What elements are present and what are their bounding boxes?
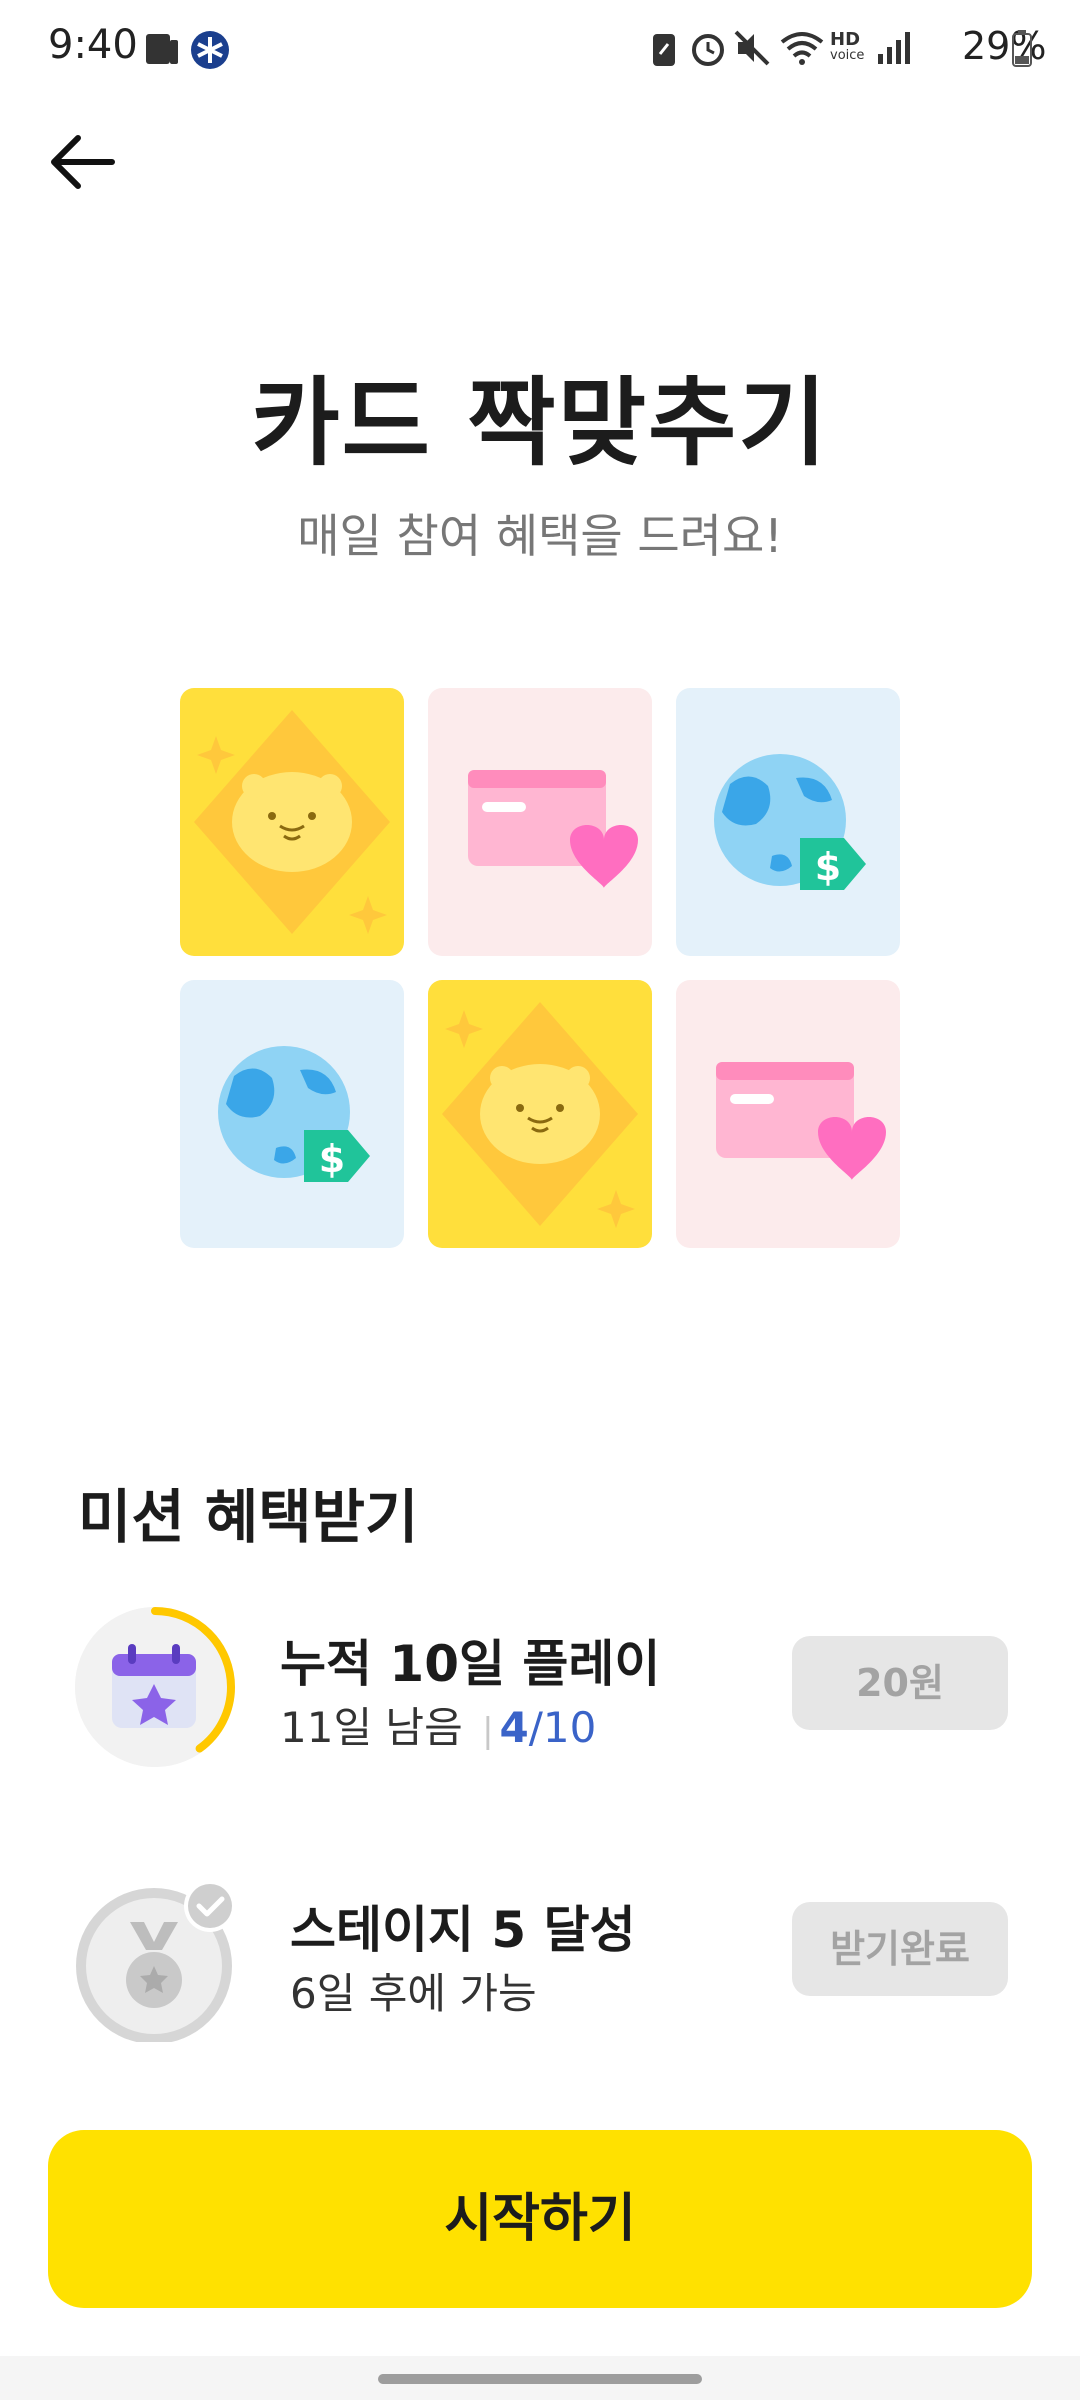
mission-progress-text: 11일 남음 | 4/10 bbox=[280, 1694, 596, 1755]
back-button[interactable] bbox=[40, 120, 130, 210]
mission-progress-total: /10 bbox=[528, 1703, 597, 1752]
arrow-left-icon bbox=[51, 135, 115, 189]
mission-progress-ring bbox=[70, 1602, 240, 1772]
separator: | bbox=[482, 1711, 494, 1751]
hd-label: HD bbox=[830, 29, 861, 50]
svg-text:$: $ bbox=[815, 845, 841, 889]
home-indicator[interactable] bbox=[378, 2374, 702, 2384]
alarm-icon bbox=[692, 34, 724, 66]
page-title: 카드 짝맞추기 bbox=[251, 367, 829, 479]
page-subtitle: 매일 참여 혜택을 드려요! bbox=[297, 509, 783, 563]
notification-device-icon bbox=[146, 34, 178, 64]
globe-dollar-icon: $ bbox=[218, 1046, 370, 1182]
signal-icon bbox=[878, 32, 910, 64]
mission-heading: 미션 혜택받기 bbox=[78, 1483, 419, 1551]
wifi-icon bbox=[780, 32, 824, 65]
status-time: 9:40 bbox=[48, 22, 138, 68]
globe-dollar-icon: $ bbox=[714, 754, 866, 890]
card-credit-card[interactable] bbox=[428, 688, 652, 956]
mission-medal bbox=[70, 1872, 240, 2044]
start-button[interactable]: 시작하기 bbox=[48, 2130, 1032, 2308]
battery-icon bbox=[1012, 30, 1032, 67]
mission-progress-current: 4 bbox=[499, 1703, 529, 1752]
card-globe[interactable]: $ bbox=[676, 688, 900, 956]
medal-check-icon bbox=[76, 1880, 236, 2044]
mission-remaining-days: 11일 남음 bbox=[280, 1703, 463, 1752]
app-notification-icon bbox=[191, 31, 229, 69]
mission-item-cumulative-play: 누적 10일 플레이 11일 남음 | 4/10 20원 bbox=[0, 1590, 1080, 1780]
mute-icon bbox=[734, 30, 770, 66]
card-lion[interactable] bbox=[428, 980, 652, 1248]
card-globe[interactable]: $ bbox=[180, 980, 404, 1248]
mission-reward-claimed-button[interactable]: 받기완료 bbox=[792, 1902, 1008, 1996]
calendar-star-icon bbox=[75, 1607, 235, 1767]
credit-card-heart-icon bbox=[716, 1062, 886, 1180]
battery-saver-icon bbox=[653, 34, 675, 66]
mission-subtitle: 6일 후에 가능 bbox=[290, 1969, 537, 2018]
mission-reward-button[interactable]: 20원 bbox=[792, 1636, 1008, 1730]
svg-text:$: $ bbox=[319, 1137, 345, 1181]
mission-title: 스테이지 5 달성 bbox=[290, 1901, 636, 1959]
card-credit-card[interactable] bbox=[676, 980, 900, 1248]
voice-label: voice bbox=[830, 48, 865, 63]
mission-title: 누적 10일 플레이 bbox=[280, 1635, 661, 1693]
credit-card-heart-icon bbox=[468, 770, 638, 888]
hd-voice-badge: HD voice bbox=[830, 29, 865, 64]
card-lion[interactable] bbox=[180, 688, 404, 956]
lion-icon bbox=[194, 710, 390, 934]
mission-item-stage-5: 스테이지 5 달성 6일 후에 가능 받기완료 bbox=[0, 1860, 1080, 2050]
lion-icon bbox=[442, 1002, 638, 1228]
status-bar: 9:40 HD voice 29% bbox=[0, 0, 1080, 100]
